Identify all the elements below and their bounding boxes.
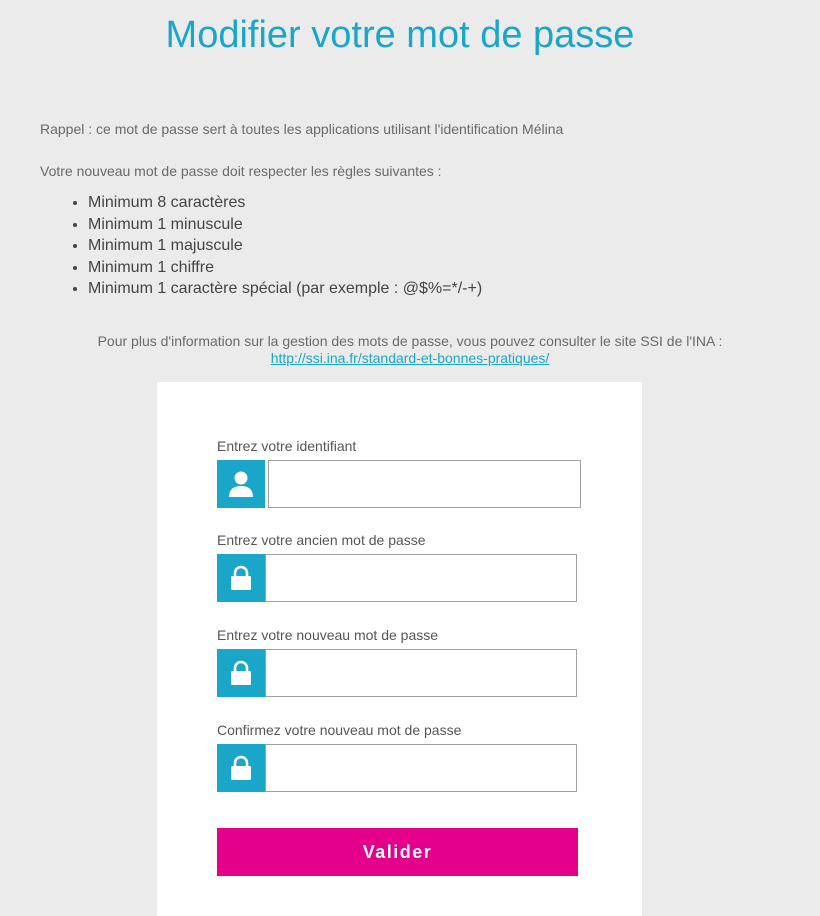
confirm-password-input[interactable] <box>265 744 577 792</box>
lock-icon <box>217 744 265 792</box>
rule-item: Minimum 1 chiffre <box>88 257 482 279</box>
new-password-label: Entrez votre nouveau mot de passe <box>217 627 439 643</box>
new-password-input[interactable] <box>265 649 577 697</box>
info-text: Pour plus d'information sur la gestion d… <box>97 333 723 349</box>
confirm-password-label: Confirmez votre nouveau mot de passe <box>217 722 462 738</box>
ssi-link[interactable]: http://ssi.ina.fr/standard-et-bonnes-pra… <box>271 350 550 366</box>
password-rules-list: Minimum 8 caractères Minimum 1 minuscule… <box>70 192 482 300</box>
lock-icon <box>217 554 265 602</box>
old-password-label: Entrez votre ancien mot de passe <box>217 532 426 548</box>
user-icon <box>217 460 265 508</box>
old-password-input[interactable] <box>265 554 577 602</box>
username-label: Entrez votre identifiant <box>217 438 357 454</box>
reminder-text: Rappel : ce mot de passe sert à toutes l… <box>40 121 564 137</box>
rule-item: Minimum 1 minuscule <box>88 214 482 236</box>
rule-item: Minimum 1 majuscule <box>88 235 482 257</box>
lock-icon <box>217 649 265 697</box>
rule-item: Minimum 1 caractère spécial (par exemple… <box>88 278 482 300</box>
username-input[interactable] <box>268 460 581 508</box>
page-title: Modifier votre mot de passe <box>165 14 635 56</box>
info-paragraph: Pour plus d'information sur la gestion d… <box>40 333 780 367</box>
password-form-card: Entrez votre identifiant Entrez votre an… <box>157 382 642 916</box>
rule-item: Minimum 8 caractères <box>88 192 482 214</box>
validate-button[interactable]: Valider <box>217 828 578 876</box>
rules-intro: Votre nouveau mot de passe doit respecte… <box>40 163 442 179</box>
